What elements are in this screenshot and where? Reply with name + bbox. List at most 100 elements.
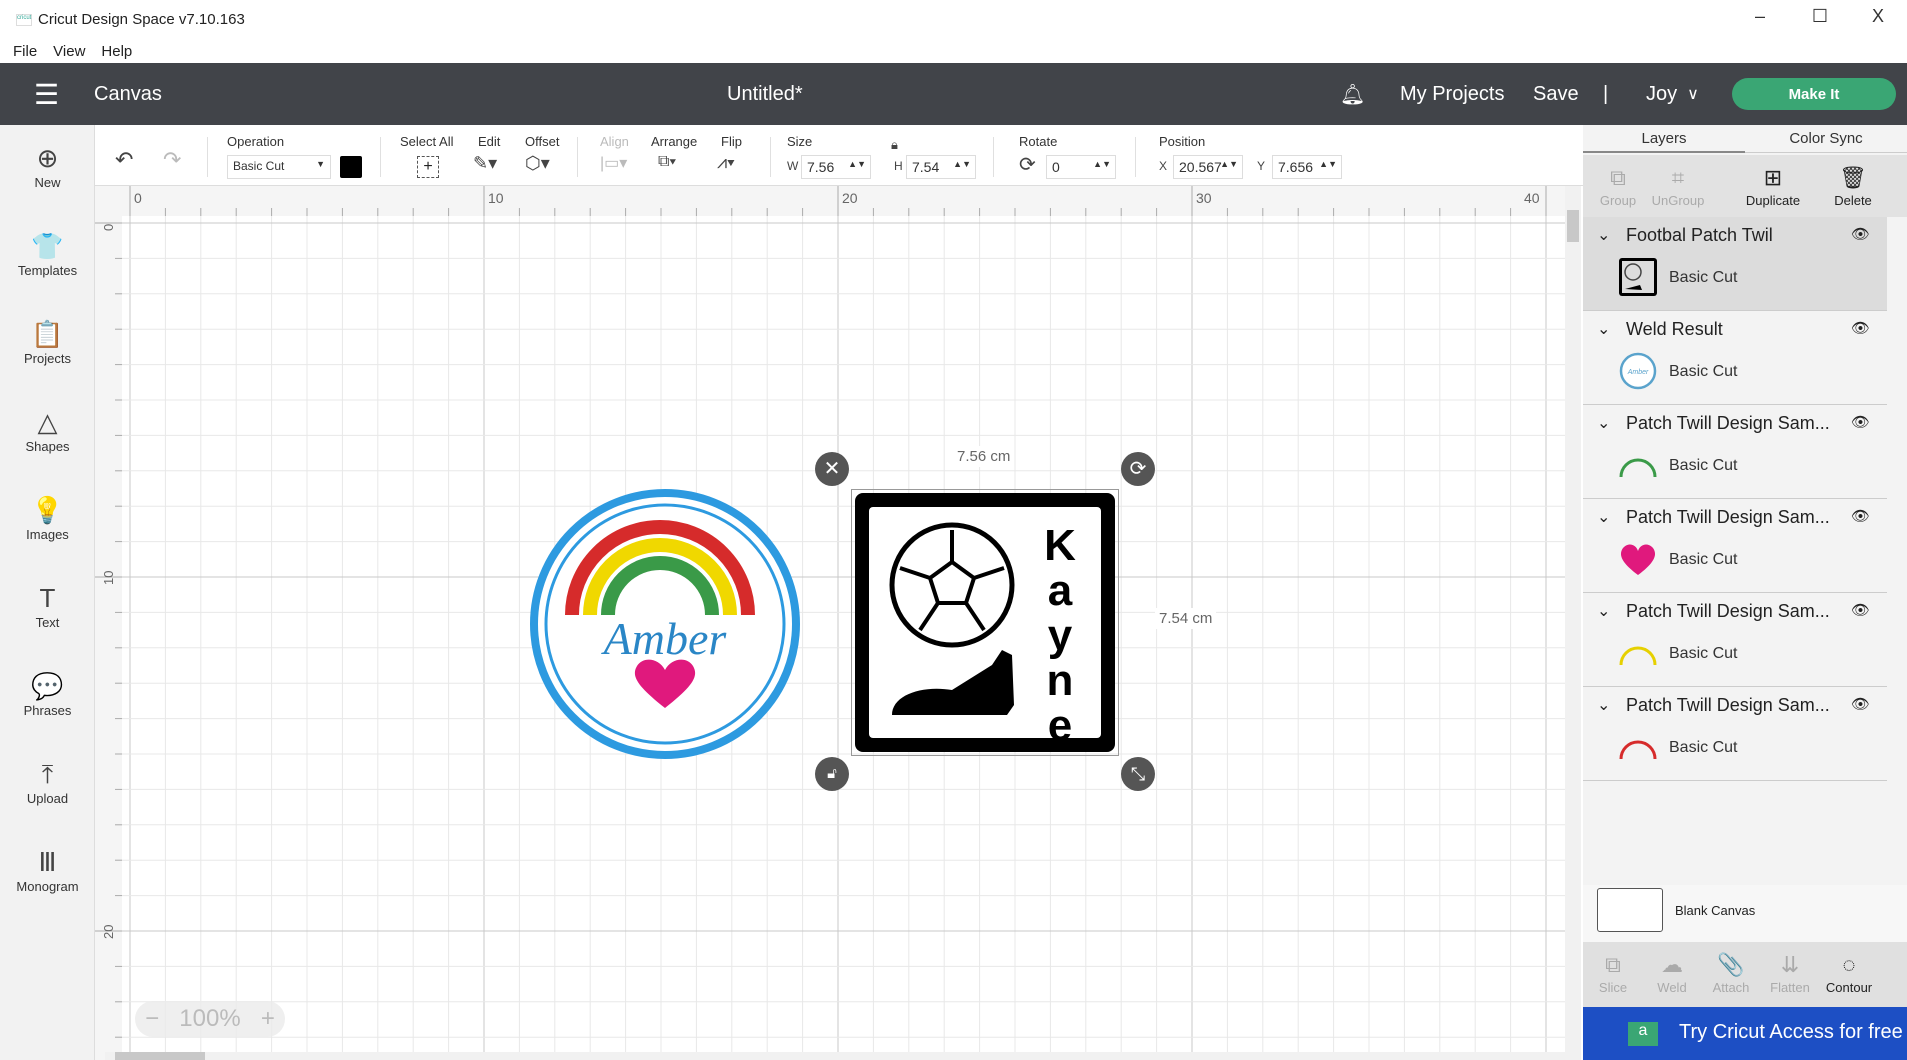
sidebar-item-monogram[interactable]: Ⅲ Monogram <box>0 845 95 894</box>
layer-name: Weld Result <box>1626 319 1723 339</box>
eye-icon[interactable]: 👁︎ <box>1851 319 1870 337</box>
weld-icon: ☁ <box>1661 952 1683 977</box>
kayne-letter: y <box>1048 611 1073 660</box>
tab-color-sync[interactable]: Color Sync <box>1745 125 1907 153</box>
lock-handle-icon[interactable]: 🔓︎ <box>815 757 849 791</box>
layer-item[interactable]: ⌄ Weld Result 👁︎ Amber Basic Cut <box>1583 311 1887 405</box>
chevron-down-icon[interactable]: ⌄ <box>1597 695 1610 715</box>
bell-icon[interactable]: 🔔︎ <box>1340 63 1365 125</box>
chevron-down-icon[interactable]: ⌄ <box>1597 413 1610 433</box>
eye-icon[interactable]: 👁︎ <box>1851 225 1870 243</box>
height-input[interactable]: 7.54 ▲▼ <box>906 155 976 179</box>
slice-button[interactable]: ⧉ Slice <box>1581 952 1645 995</box>
sidebar-item-phrases[interactable]: 💬 Phrases <box>0 669 95 718</box>
stepper-icon[interactable]: ▲▼ <box>953 159 971 169</box>
kayne-letter: a <box>1048 566 1073 615</box>
undo-icon[interactable]: ↶ <box>115 147 133 173</box>
attach-button[interactable]: 📎 Attach <box>1699 952 1763 995</box>
make-it-button[interactable]: Make It <box>1732 78 1896 110</box>
align-icon[interactable]: |▭▾ <box>600 153 627 173</box>
sidebar-item-upload[interactable]: ⤒ Upload <box>0 757 95 806</box>
zoom-in-button[interactable]: + <box>261 1005 275 1033</box>
duplicate-button[interactable]: ⊞ Duplicate <box>1738 165 1808 208</box>
chevron-down-icon[interactable]: ⌄ <box>1597 601 1610 621</box>
blank-canvas-swatch[interactable] <box>1597 888 1663 932</box>
flip-icon[interactable]: ⩘▾ <box>717 152 735 173</box>
phrases-icon: 💬 <box>31 671 64 701</box>
sidebar-item-text[interactable]: T Text <box>0 581 95 630</box>
menu-file[interactable]: File <box>13 43 37 60</box>
layer-item[interactable]: ⌄ Footbal Patch Twil 👁︎ Basic Cut <box>1583 217 1887 311</box>
x-input[interactable]: 20.567 ▲▼ <box>1173 155 1243 179</box>
chevron-down-icon[interactable]: ⌄ <box>1597 225 1610 245</box>
resize-handle-icon[interactable]: ⤡ <box>1121 757 1155 791</box>
sidebar-item-images[interactable]: 💡 Images <box>0 493 95 542</box>
layer-item[interactable]: ⌄ Patch Twill Design Sam... 👁︎ Basic Cut <box>1583 499 1887 593</box>
lock-aspect-icon[interactable]: 🔒︎ <box>891 137 898 153</box>
height-value: 7.54 <box>912 159 940 175</box>
hamburger-menu-icon[interactable]: ☰ <box>34 63 59 125</box>
weld-button[interactable]: ☁ Weld <box>1640 952 1704 995</box>
select-all-button[interactable]: + <box>417 156 439 178</box>
scrollbar-thumb[interactable] <box>115 1052 205 1060</box>
sidebar-item-label: Images <box>26 527 69 542</box>
chevron-down-icon[interactable]: ⌄ <box>1597 507 1610 527</box>
stepper-icon[interactable]: ▲▼ <box>848 159 866 169</box>
operation-select[interactable]: Basic Cut ▼ <box>227 155 331 179</box>
y-input[interactable]: 7.656 ▲▼ <box>1272 155 1342 179</box>
scrollbar-thumb[interactable] <box>1567 210 1579 242</box>
amber-patch-design[interactable]: Amber <box>527 486 803 762</box>
offset-icon[interactable]: ⬡▾ <box>525 153 550 174</box>
sidebar-item-templates[interactable]: 👕 Templates <box>0 229 95 278</box>
cricut-access-banner[interactable]: a Try Cricut Access for free <box>1583 1007 1907 1060</box>
delete-button[interactable]: 🗑︎ Delete <box>1818 165 1888 208</box>
layer-thumbnail <box>1618 539 1658 579</box>
my-projects-link[interactable]: My Projects <box>1400 63 1504 125</box>
stepper-icon[interactable]: ▲▼ <box>1319 159 1337 169</box>
design-canvas[interactable]: 0 10 20 30 40 0 10 20 Amber K a y n e ✕ ⟳ 🔓︎ ⤡ … <box>95 186 1581 1060</box>
flatten-button[interactable]: ⇊ Flatten <box>1758 952 1822 995</box>
eye-icon[interactable]: 👁︎ <box>1851 601 1870 619</box>
x-label: X <box>1159 159 1168 173</box>
delete-handle-icon[interactable]: ✕ <box>815 452 849 486</box>
contour-button[interactable]: ◌ Contour <box>1817 952 1881 995</box>
football-patch-design[interactable]: K a y n e <box>852 490 1118 755</box>
layer-item[interactable]: ⌄ Patch Twill Design Sam... 👁︎ Basic Cut <box>1583 687 1887 781</box>
tool-label: Delete <box>1834 193 1872 208</box>
ungroup-button[interactable]: ⌗ UnGroup <box>1643 165 1713 208</box>
arrange-icon[interactable]: ⧉▾ <box>658 153 676 171</box>
rotate-handle-icon[interactable]: ⟳ <box>1121 452 1155 486</box>
chevron-down-icon: ∨ <box>1687 86 1699 103</box>
color-swatch[interactable] <box>340 156 362 178</box>
sidebar-item-shapes[interactable]: △ Shapes <box>0 405 95 454</box>
user-menu[interactable]: Joy ∨ <box>1646 63 1699 125</box>
stepper-icon[interactable]: ▲▼ <box>1220 159 1238 169</box>
zoom-out-button[interactable]: − <box>145 1005 159 1033</box>
save-button[interactable]: Save <box>1533 63 1579 125</box>
menu-view[interactable]: View <box>53 43 85 60</box>
edit-pencil-icon[interactable]: ✎▾ <box>473 153 497 174</box>
eye-icon[interactable]: 👁︎ <box>1851 413 1870 431</box>
close-button[interactable]: X <box>1863 6 1893 27</box>
rotate-input[interactable]: 0 ▲▼ <box>1046 155 1116 179</box>
maximize-button[interactable]: ☐ <box>1805 6 1835 27</box>
tab-layers[interactable]: Layers <box>1583 125 1745 153</box>
sidebar-item-projects[interactable]: 📋 Projects <box>0 317 95 366</box>
redo-icon[interactable]: ↷ <box>163 147 181 173</box>
arrange-label: Arrange <box>651 134 698 149</box>
eye-icon[interactable]: 👁︎ <box>1851 507 1870 525</box>
layer-operation: Basic Cut <box>1669 739 1738 756</box>
slice-icon: ⧉ <box>1605 952 1621 977</box>
sidebar-item-new[interactable]: ⊕ New <box>0 141 95 190</box>
minimize-button[interactable]: – <box>1745 6 1775 27</box>
stepper-icon[interactable]: ▲▼ <box>1093 159 1111 169</box>
layer-item[interactable]: ⌄ Patch Twill Design Sam... 👁︎ Basic Cut <box>1583 593 1887 687</box>
menu-help[interactable]: Help <box>101 43 132 60</box>
eye-icon[interactable]: 👁︎ <box>1851 695 1870 713</box>
vertical-scrollbar[interactable] <box>1565 186 1581 1060</box>
window-title: Cricut Design Space v7.10.163 <box>38 11 245 28</box>
layer-item[interactable]: ⌄ Patch Twill Design Sam... 👁︎ Basic Cut <box>1583 405 1887 499</box>
width-input[interactable]: 7.56 ▲▼ <box>801 155 871 179</box>
chevron-down-icon[interactable]: ⌄ <box>1597 319 1610 339</box>
horizontal-scrollbar[interactable] <box>105 1052 1565 1060</box>
